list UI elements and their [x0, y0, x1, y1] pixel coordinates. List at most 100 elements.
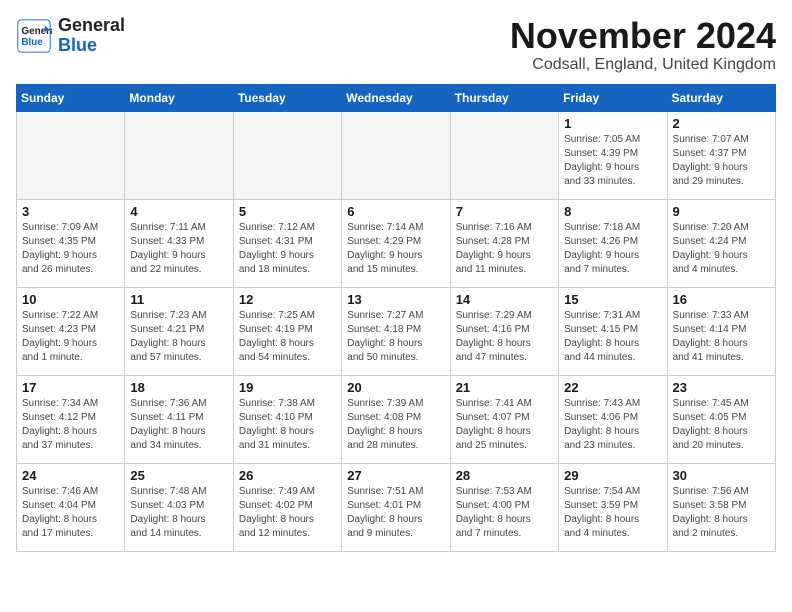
day-number: 16: [673, 292, 770, 307]
cell-info: Sunrise: 7:48 AMSunset: 4:03 PMDaylight:…: [130, 485, 227, 541]
cell-info: Sunrise: 7:56 AMSunset: 3:58 PMDaylight:…: [673, 485, 770, 541]
day-number: 29: [564, 468, 661, 483]
cell-info: Sunrise: 7:53 AMSunset: 4:00 PMDaylight:…: [456, 485, 553, 541]
day-number: 23: [673, 380, 770, 395]
cell-w1-d6: 2Sunrise: 7:07 AMSunset: 4:37 PMDaylight…: [667, 111, 775, 199]
cell-w4-d5: 22 Sunrise: 7:43 AMSunset: 4:06 PMDayligh…: [559, 375, 667, 463]
day-number: 15: [564, 292, 661, 307]
col-saturday: Saturday: [667, 84, 775, 111]
cell-info: Sunrise: 7:09 AMSunset: 4:35 PMDaylight:…: [22, 221, 119, 277]
day-number: 27: [347, 468, 444, 483]
location: Codsall, England, United Kingdom: [510, 56, 776, 74]
day-number: 24: [22, 468, 119, 483]
day-number: 17: [22, 380, 119, 395]
calendar-table: Sunday Monday Tuesday Wednesday Thursday…: [16, 84, 776, 552]
week-row-3: 10 Sunrise: 7:22 AMSunset: 4:23 PMDayligh…: [17, 287, 776, 375]
col-monday: Monday: [125, 84, 233, 111]
day-number: 3: [22, 204, 119, 219]
cell-w3-d4: 14 Sunrise: 7:29 AMSunset: 4:16 PMDayligh…: [450, 287, 558, 375]
col-tuesday: Tuesday: [233, 84, 341, 111]
cell-w4-d4: 21 Sunrise: 7:41 AMSunset: 4:07 PMDayligh…: [450, 375, 558, 463]
cell-w2-d4: 7Sunrise: 7:16 AMSunset: 4:28 PMDaylight…: [450, 199, 558, 287]
cell-info: Sunrise: 7:45 AMSunset: 4:05 PMDaylight:…: [673, 397, 770, 453]
col-sunday: Sunday: [17, 84, 125, 111]
col-thursday: Thursday: [450, 84, 558, 111]
cell-info: Sunrise: 7:05 AMSunset: 4:39 PMDaylight:…: [564, 133, 661, 189]
week-row-5: 24 Sunrise: 7:46 AMSunset: 4:04 PMDayligh…: [17, 463, 776, 551]
cell-w2-d0: 3 Sunrise: 7:09 AMSunset: 4:35 PMDaylight…: [17, 199, 125, 287]
logo-icon: General Blue: [16, 18, 52, 54]
cell-info: Sunrise: 7:38 AMSunset: 4:10 PMDaylight:…: [239, 397, 336, 453]
day-number: 25: [130, 468, 227, 483]
cell-info: Sunrise: 7:39 AMSunset: 4:08 PMDaylight:…: [347, 397, 444, 453]
cell-info: Sunrise: 7:16 AMSunset: 4:28 PMDaylight:…: [456, 221, 553, 277]
cell-w3-d6: 16 Sunrise: 7:33 AMSunset: 4:14 PMDayligh…: [667, 287, 775, 375]
day-number: 21: [456, 380, 553, 395]
day-number: 2: [673, 116, 770, 131]
col-wednesday: Wednesday: [342, 84, 450, 111]
cell-info: Sunrise: 7:33 AMSunset: 4:14 PMDaylight:…: [673, 309, 770, 365]
day-number: 8: [564, 204, 661, 219]
day-number: 9: [673, 204, 770, 219]
cell-w3-d2: 12 Sunrise: 7:25 AMSunset: 4:19 PMDayligh…: [233, 287, 341, 375]
logo: General Blue General Blue: [16, 16, 125, 56]
day-number: 10: [22, 292, 119, 307]
week-row-4: 17 Sunrise: 7:34 AMSunset: 4:12 PMDayligh…: [17, 375, 776, 463]
cell-w2-d2: 5Sunrise: 7:12 AMSunset: 4:31 PMDaylight…: [233, 199, 341, 287]
cell-info: Sunrise: 7:23 AMSunset: 4:21 PMDaylight:…: [130, 309, 227, 365]
cell-w4-d3: 20Sunrise: 7:39 AMSunset: 4:08 PMDayligh…: [342, 375, 450, 463]
cell-info: Sunrise: 7:34 AMSunset: 4:12 PMDaylight:…: [22, 397, 119, 453]
cell-info: Sunrise: 7:51 AMSunset: 4:01 PMDaylight:…: [347, 485, 444, 541]
cell-w5-d2: 26Sunrise: 7:49 AMSunset: 4:02 PMDayligh…: [233, 463, 341, 551]
cell-w5-d3: 27 Sunrise: 7:51 AMSunset: 4:01 PMDayligh…: [342, 463, 450, 551]
day-number: 28: [456, 468, 553, 483]
cell-w5-d1: 25 Sunrise: 7:48 AMSunset: 4:03 PMDayligh…: [125, 463, 233, 551]
cell-info: Sunrise: 7:46 AMSunset: 4:04 PMDaylight:…: [22, 485, 119, 541]
cell-w1-d3: [342, 111, 450, 199]
day-number: 19: [239, 380, 336, 395]
day-number: 1: [564, 116, 661, 131]
cell-info: Sunrise: 7:43 AMSunset: 4:06 PMDaylight:…: [564, 397, 661, 453]
cell-w2-d5: 8 Sunrise: 7:18 AMSunset: 4:26 PMDaylight…: [559, 199, 667, 287]
cell-w2-d1: 4 Sunrise: 7:11 AMSunset: 4:33 PMDaylight…: [125, 199, 233, 287]
header-row: Sunday Monday Tuesday Wednesday Thursday…: [17, 84, 776, 111]
cell-info: Sunrise: 7:54 AMSunset: 3:59 PMDaylight:…: [564, 485, 661, 541]
cell-w1-d4: [450, 111, 558, 199]
col-friday: Friday: [559, 84, 667, 111]
cell-info: Sunrise: 7:18 AMSunset: 4:26 PMDaylight:…: [564, 221, 661, 277]
svg-text:Blue: Blue: [21, 37, 43, 48]
cell-info: Sunrise: 7:31 AMSunset: 4:15 PMDaylight:…: [564, 309, 661, 365]
cell-w2-d3: 6 Sunrise: 7:14 AMSunset: 4:29 PMDaylight…: [342, 199, 450, 287]
day-number: 30: [673, 468, 770, 483]
day-number: 4: [130, 204, 227, 219]
day-number: 12: [239, 292, 336, 307]
cell-info: Sunrise: 7:22 AMSunset: 4:23 PMDaylight:…: [22, 309, 119, 365]
day-number: 6: [347, 204, 444, 219]
cell-info: Sunrise: 7:11 AMSunset: 4:33 PMDaylight:…: [130, 221, 227, 277]
day-number: 13: [347, 292, 444, 307]
cell-w1-d5: 1 Sunrise: 7:05 AMSunset: 4:39 PMDaylight…: [559, 111, 667, 199]
cell-w2-d6: 9Sunrise: 7:20 AMSunset: 4:24 PMDaylight…: [667, 199, 775, 287]
cell-w4-d1: 18Sunrise: 7:36 AMSunset: 4:11 PMDayligh…: [125, 375, 233, 463]
cell-w3-d1: 11Sunrise: 7:23 AMSunset: 4:21 PMDayligh…: [125, 287, 233, 375]
cell-info: Sunrise: 7:27 AMSunset: 4:18 PMDaylight:…: [347, 309, 444, 365]
header: General Blue General Blue November 2024 …: [16, 16, 776, 74]
cell-w1-d2: [233, 111, 341, 199]
cell-w1-d0: [17, 111, 125, 199]
cell-info: Sunrise: 7:41 AMSunset: 4:07 PMDaylight:…: [456, 397, 553, 453]
cell-info: Sunrise: 7:36 AMSunset: 4:11 PMDaylight:…: [130, 397, 227, 453]
cell-w5-d4: 28 Sunrise: 7:53 AMSunset: 4:00 PMDayligh…: [450, 463, 558, 551]
page: General Blue General Blue November 2024 …: [0, 0, 792, 560]
cell-info: Sunrise: 7:25 AMSunset: 4:19 PMDaylight:…: [239, 309, 336, 365]
cell-w3-d3: 13 Sunrise: 7:27 AMSunset: 4:18 PMDayligh…: [342, 287, 450, 375]
cell-info: Sunrise: 7:12 AMSunset: 4:31 PMDaylight:…: [239, 221, 336, 277]
cell-w5-d0: 24 Sunrise: 7:46 AMSunset: 4:04 PMDayligh…: [17, 463, 125, 551]
day-number: 22: [564, 380, 661, 395]
cell-info: Sunrise: 7:49 AMSunset: 4:02 PMDaylight:…: [239, 485, 336, 541]
cell-w4-d0: 17 Sunrise: 7:34 AMSunset: 4:12 PMDayligh…: [17, 375, 125, 463]
cell-info: Sunrise: 7:14 AMSunset: 4:29 PMDaylight:…: [347, 221, 444, 277]
cell-info: Sunrise: 7:29 AMSunset: 4:16 PMDaylight:…: [456, 309, 553, 365]
title-area: November 2024 Codsall, England, United K…: [510, 16, 776, 74]
cell-w5-d6: 30 Sunrise: 7:56 AMSunset: 3:58 PMDayligh…: [667, 463, 775, 551]
day-number: 14: [456, 292, 553, 307]
